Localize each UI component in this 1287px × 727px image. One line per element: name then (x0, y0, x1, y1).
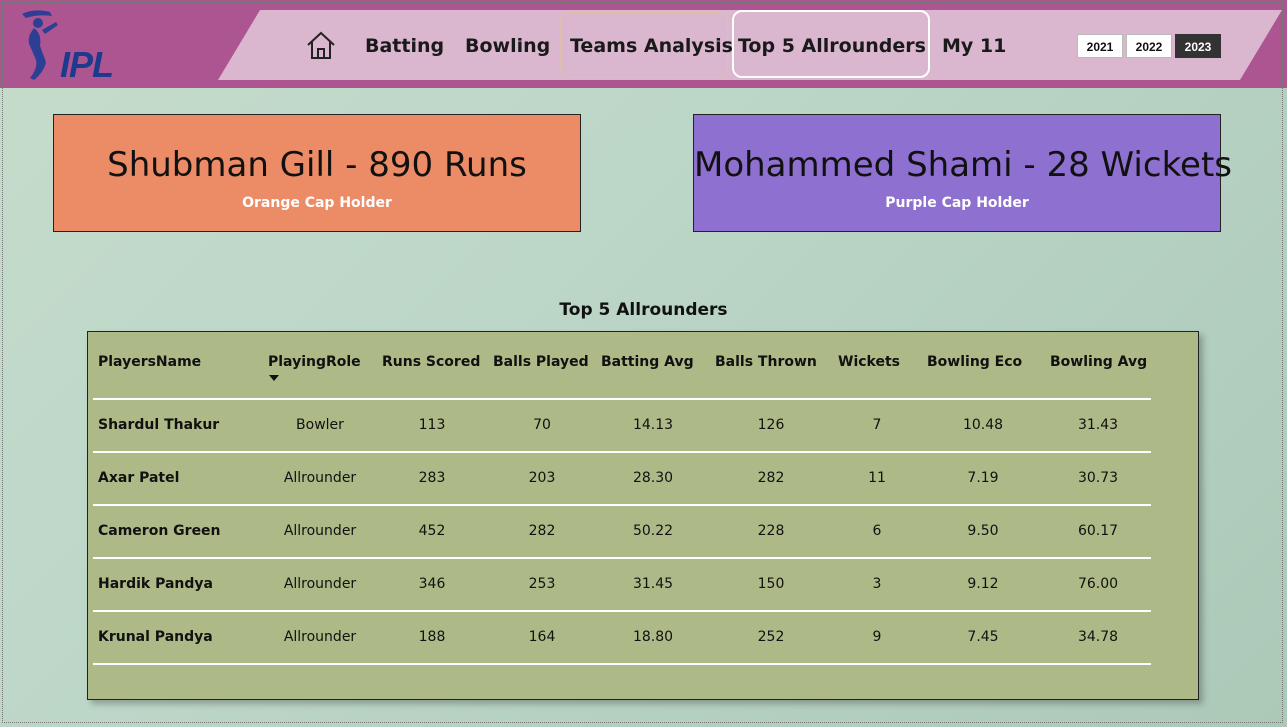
table-cell: 11 (868, 470, 886, 486)
table-cell: Bowler (296, 417, 344, 433)
table-cell: 9.12 (967, 576, 999, 592)
nav-teams-analysis[interactable]: Teams Analysis (570, 30, 733, 62)
allrounders-table: PlayersName PlayingRole Runs Scored Balls P… (87, 331, 1199, 700)
table-cell: 203 (528, 470, 556, 486)
ipl-logo[interactable]: IPL (12, 6, 120, 85)
column-header[interactable]: Bowling Avg (1050, 354, 1147, 370)
orange-cap-label: Orange Cap Holder (242, 195, 392, 211)
table-cell: 31.45 (632, 576, 674, 592)
nav-my11[interactable]: My 11 (942, 30, 1006, 62)
column-header[interactable]: Balls Played (493, 354, 589, 370)
table-cell: 253 (528, 576, 556, 592)
year-button-2021[interactable]: 2021 (1077, 34, 1123, 58)
table-cell: 452 (418, 523, 446, 539)
table-cell: 7 (872, 417, 882, 433)
purple-cap-label: Purple Cap Holder (885, 195, 1029, 211)
logo-text: IPL (60, 44, 114, 85)
year-button-2022[interactable]: 2022 (1126, 34, 1172, 58)
table-cell: 6 (872, 523, 882, 539)
table-cell: 188 (418, 629, 446, 645)
row-divider (93, 451, 1151, 453)
table-cell: 28.30 (632, 470, 674, 486)
table-cell: 10.48 (962, 417, 1004, 433)
nav-batting[interactable]: Batting (365, 30, 444, 62)
table-cell: 50.22 (632, 523, 674, 539)
table-cell: 282 (757, 470, 785, 486)
table-cell: 7.45 (967, 629, 999, 645)
column-header[interactable]: PlayingRole (268, 354, 361, 370)
column-header[interactable]: Batting Avg (601, 354, 694, 370)
table-cell: 70 (533, 417, 551, 433)
table-cell: 7.19 (967, 470, 999, 486)
table-cell: 60.17 (1077, 523, 1119, 539)
table-cell: 3 (872, 576, 882, 592)
player-name-cell: Shardul Thakur (98, 417, 220, 433)
table-cell: 9 (872, 629, 882, 645)
table-cell: 282 (528, 523, 556, 539)
table-cell: 113 (418, 417, 446, 433)
table-cell: 252 (757, 629, 785, 645)
column-header[interactable]: Wickets (838, 354, 900, 370)
row-divider (93, 557, 1151, 559)
row-divider (93, 504, 1151, 506)
table-cell: 164 (528, 629, 556, 645)
purple-cap-card: Mohammed Shami - 28 Wickets Purple Cap H… (693, 114, 1233, 232)
table-cell: Allrounder (283, 470, 357, 486)
table-cell: Allrounder (283, 523, 357, 539)
table-cell: 283 (418, 470, 446, 486)
player-name-cell: Cameron Green (98, 523, 221, 539)
column-header[interactable]: Runs Scored (382, 354, 480, 370)
table-cell: Allrounder (283, 576, 357, 592)
home-icon[interactable] (305, 30, 337, 60)
column-header[interactable]: Balls Thrown (715, 354, 817, 370)
player-name-cell: Hardik Pandya (98, 576, 213, 592)
row-divider (93, 398, 1151, 400)
player-name-cell: Axar Patel (98, 470, 180, 486)
table-cell: 76.00 (1077, 576, 1119, 592)
table-cell: 14.13 (632, 417, 674, 433)
table-cell: 34.78 (1077, 629, 1119, 645)
table-cell: 31.43 (1077, 417, 1119, 433)
year-button-2023[interactable]: 2023 (1175, 34, 1221, 58)
row-divider (93, 663, 1151, 665)
table-cell: 9.50 (967, 523, 999, 539)
table-cell: 30.73 (1077, 470, 1119, 486)
nav-bowling[interactable]: Bowling (465, 30, 550, 62)
column-header[interactable]: Bowling Eco (927, 354, 1022, 370)
orange-cap-card: Shubman Gill - 890 Runs Orange Cap Holde… (53, 114, 581, 232)
sort-desc-icon[interactable] (269, 375, 279, 381)
table-cell: 150 (757, 576, 785, 592)
row-divider (93, 610, 1151, 612)
column-header[interactable]: PlayersName (98, 354, 201, 370)
table-title: Top 5 Allrounders (559, 300, 728, 320)
table-cell: 126 (757, 417, 785, 433)
purple-cap-value: Mohammed Shami - 28 Wickets (694, 145, 1233, 185)
player-name-cell: Krunal Pandya (98, 629, 213, 645)
table-cell: 18.80 (632, 629, 674, 645)
table-cell: 346 (418, 576, 446, 592)
table-cell: 228 (757, 523, 785, 539)
orange-cap-value: Shubman Gill - 890 Runs (107, 145, 527, 185)
table-cell: Allrounder (283, 629, 357, 645)
nav-top5-allrounders[interactable]: Top 5 Allrounders (738, 30, 926, 62)
